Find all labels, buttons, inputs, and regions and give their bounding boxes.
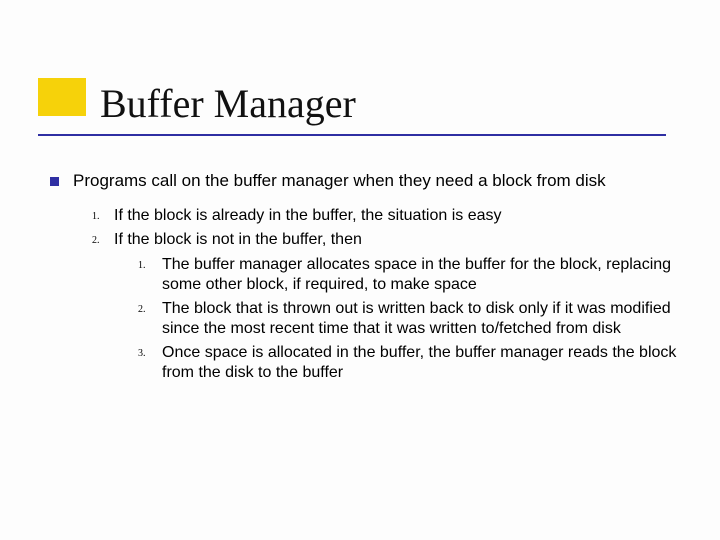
item-number: 3.: [138, 343, 162, 361]
slide: Buffer Manager Programs call on the buff…: [0, 0, 720, 540]
decoration-yellow-box: [38, 78, 86, 116]
item-number: 1.: [138, 255, 162, 273]
item-text: The block that is thrown out is written …: [162, 299, 678, 340]
item-text: If the block is already in the buffer, t…: [114, 206, 501, 226]
item-number: 2.: [138, 299, 162, 317]
list-level3: 1. The buffer manager allocates space in…: [138, 255, 678, 384]
list-item: 2. If the block is not in the buffer, th…: [92, 230, 678, 250]
list-item: 2. The block that is thrown out is writt…: [138, 299, 678, 340]
decoration-underline: [38, 134, 666, 136]
item-text: Once space is allocated in the buffer, t…: [162, 343, 678, 384]
list-item: 3. Once space is allocated in the buffer…: [138, 343, 678, 384]
bullet-text: Programs call on the buffer manager when…: [73, 170, 606, 192]
item-text: The buffer manager allocates space in th…: [162, 255, 678, 296]
item-number: 2.: [92, 230, 114, 248]
item-number: 1.: [92, 206, 114, 224]
square-bullet-icon: [50, 177, 59, 186]
list-item: 1. The buffer manager allocates space in…: [138, 255, 678, 296]
bullet-level1: Programs call on the buffer manager when…: [50, 170, 678, 192]
list-level2: 1. If the block is already in the buffer…: [92, 206, 678, 384]
slide-title: Buffer Manager: [100, 80, 356, 127]
item-text: If the block is not in the buffer, then: [114, 230, 362, 250]
slide-body: Programs call on the buffer manager when…: [50, 170, 678, 387]
list-item: 1. If the block is already in the buffer…: [92, 206, 678, 226]
